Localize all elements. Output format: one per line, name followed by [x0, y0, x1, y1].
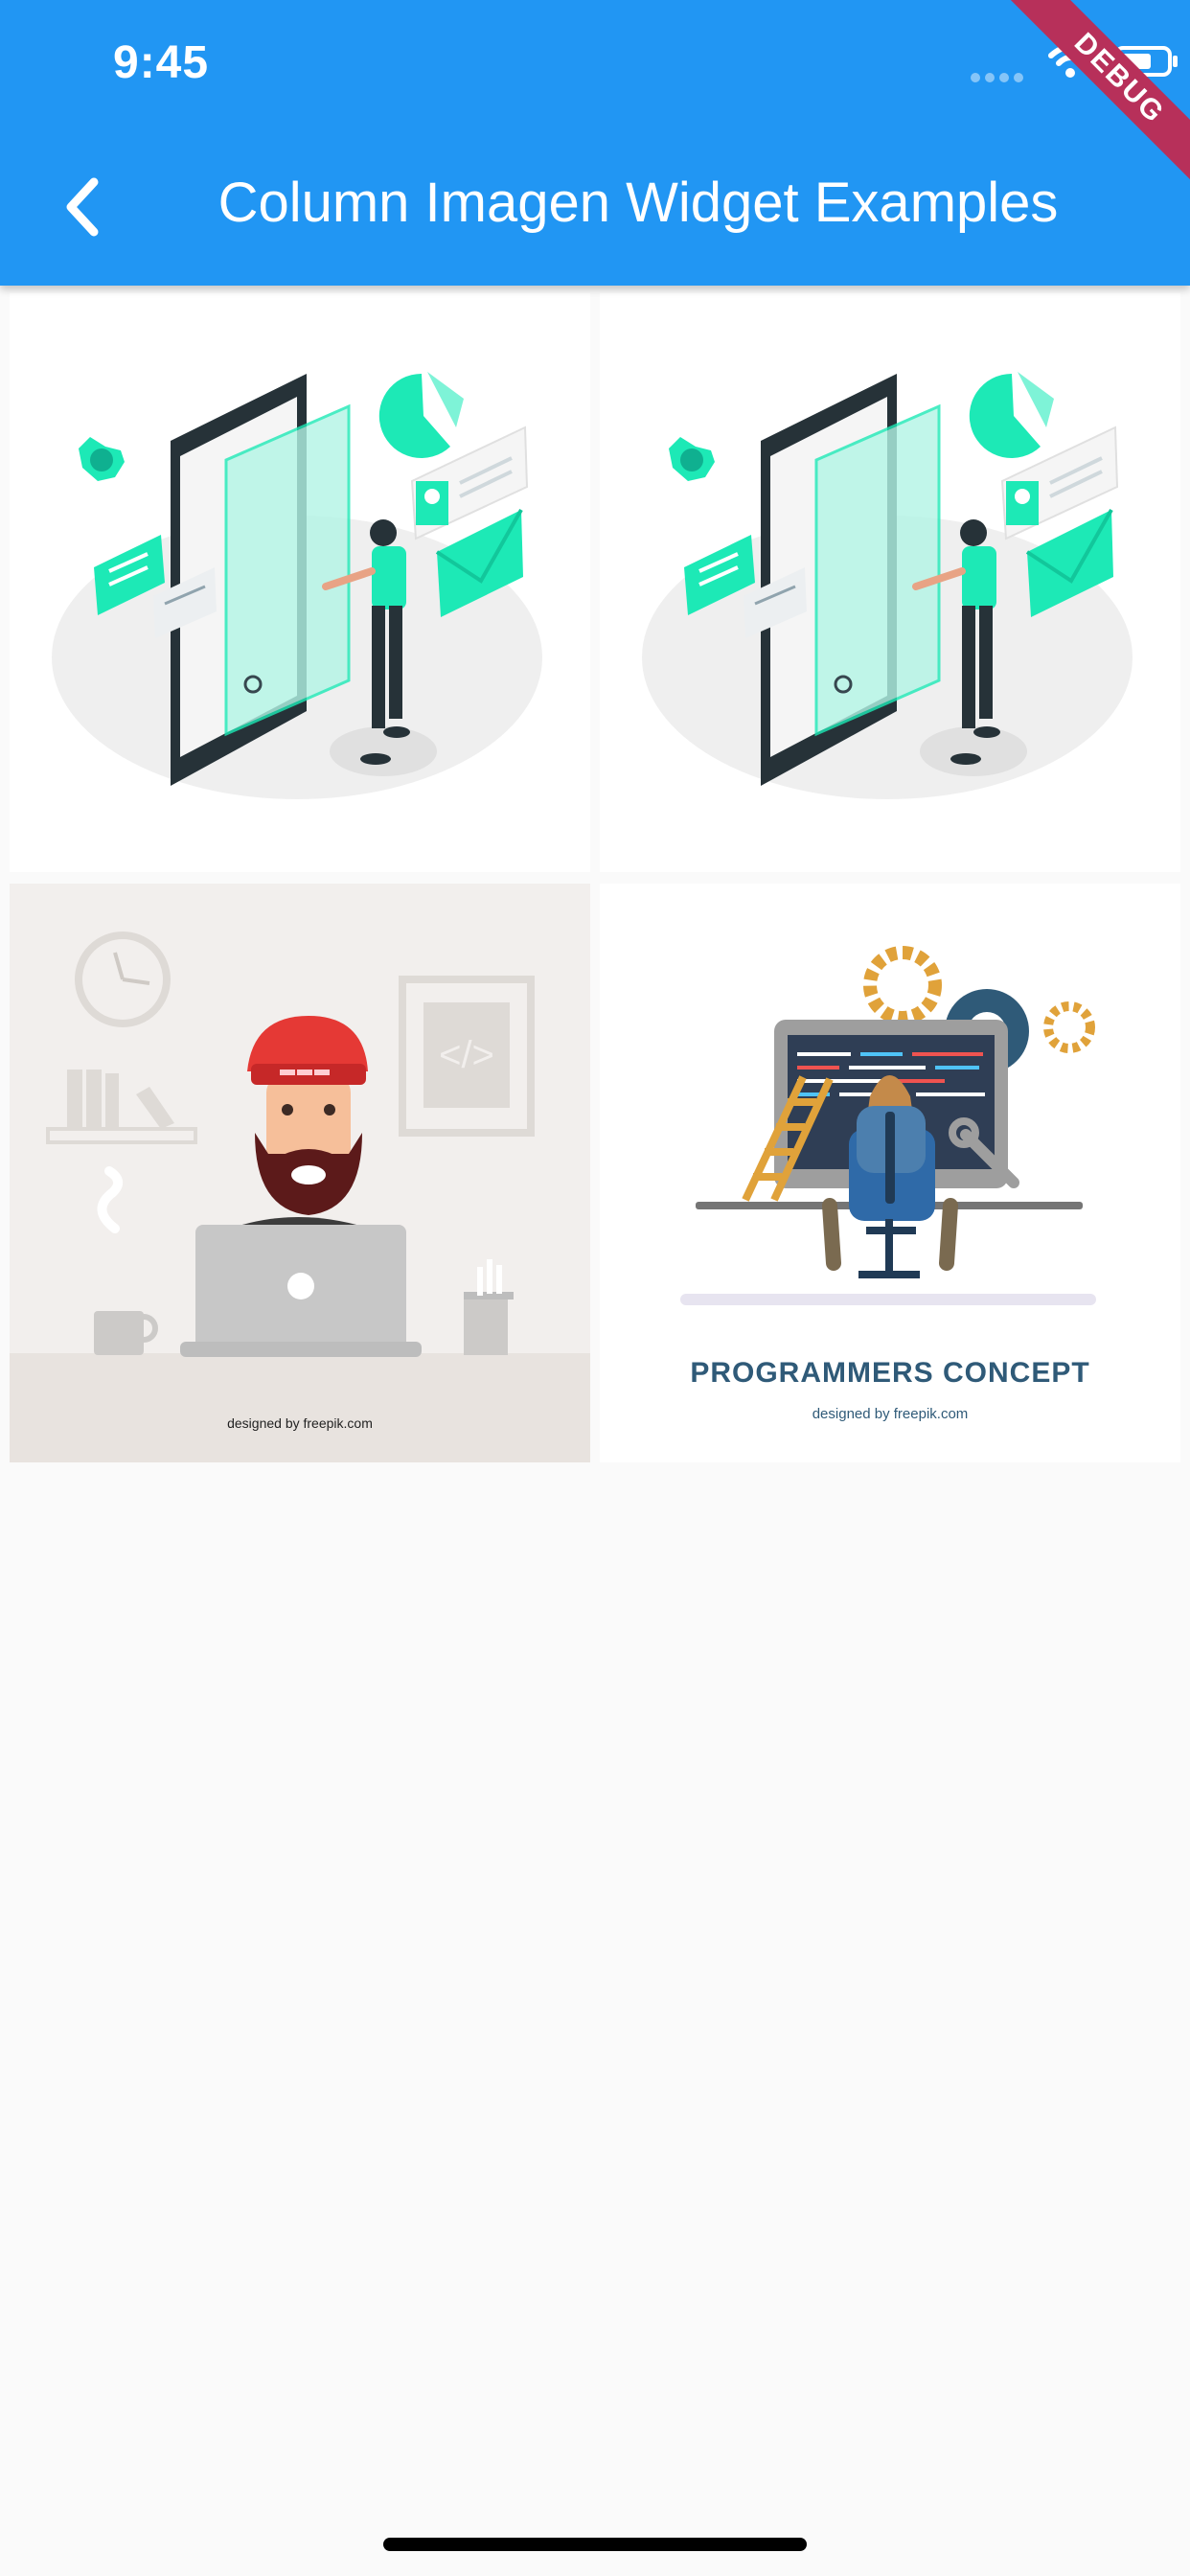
- image-grid: </> designed by freepik.com PROGRAMMERS …: [10, 293, 1180, 1462]
- image-card-2[interactable]: [600, 293, 1180, 872]
- isometric-phone-illustration: [52, 372, 542, 799]
- debug-banner: DEBUG: [979, 0, 1190, 211]
- home-indicator: [383, 2538, 807, 2551]
- svg-text:</>: </>: [439, 1034, 494, 1076]
- image-card-4[interactable]: PROGRAMMERS CONCEPT designed by freepik.…: [600, 884, 1180, 1462]
- image-card-3[interactable]: </> designed by freepik.com: [10, 884, 590, 1462]
- debug-label: DEBUG: [1002, 0, 1190, 196]
- isometric-phone-illustration: [642, 372, 1133, 799]
- freepik-credit: designed by freepik.com: [227, 1415, 373, 1431]
- image-card-1[interactable]: [10, 293, 590, 872]
- freepik-credit: designed by freepik.com: [812, 1406, 969, 1422]
- status-time: 9:45: [113, 37, 210, 88]
- programmers-concept-caption: PROGRAMMERS CONCEPT: [690, 1357, 1089, 1389]
- bearded-developer-illustration: </> designed by freepik.com: [10, 884, 590, 1462]
- programmers-concept-illustration: PROGRAMMERS CONCEPT designed by freepik.…: [600, 884, 1180, 1462]
